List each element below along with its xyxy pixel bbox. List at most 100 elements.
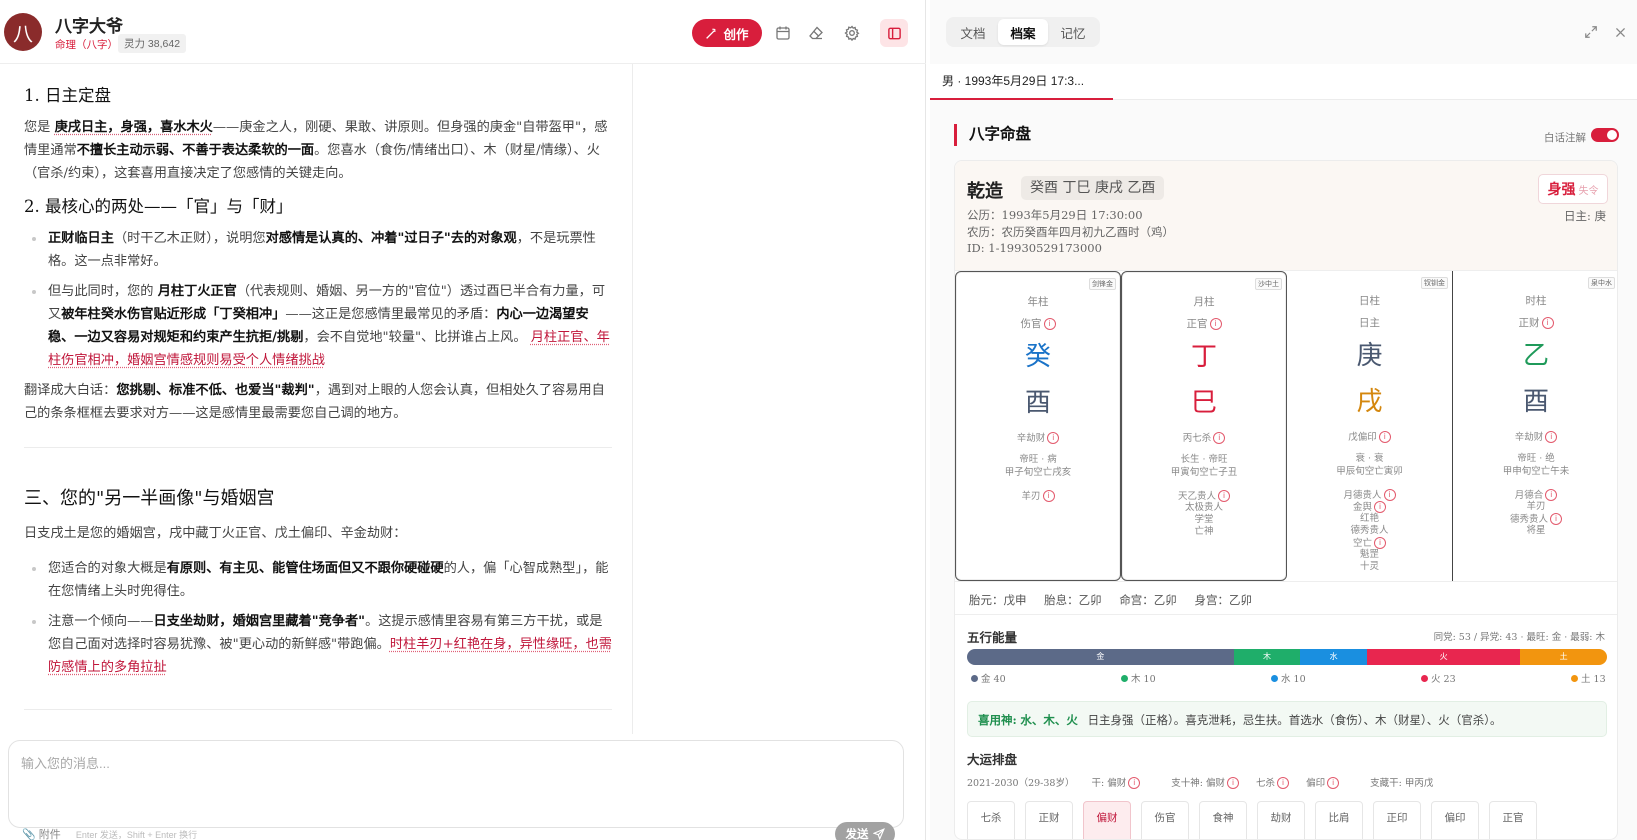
card-header: 乾造 癸酉 丁巳 庚戌 乙酉 公历：1993年5月29日 17:30:00 农历… — [955, 161, 1617, 271]
close-icon[interactable] — [1612, 24, 1628, 40]
life-stage: 衰 · 衰 — [1355, 453, 1384, 464]
star-text: 金舆 — [1352, 502, 1372, 513]
pillar-column[interactable]: 沙中土 月柱 正官 i 丁巳丙七杀 i 长生 · 帝旺 甲寅旬空亡子丑 天乙贵人 i 太极贵人 学堂亡… — [1121, 271, 1287, 581]
paperclip-icon: 📎 — [22, 829, 36, 840]
wuxing-stats: 同党: 53 / 异党: 43 · 最旺: 金 · 最弱: 木 — [1433, 632, 1605, 643]
strength-note: 失令 — [1578, 185, 1599, 197]
attach-button[interactable]: 📎 附件 Enter 发送，Shift + Enter 换行 — [22, 826, 197, 840]
yongshen-value: 水、木、火 — [1020, 713, 1078, 727]
info-icon[interactable]: i — [1218, 490, 1230, 502]
tai-row: 胎元：戊申 胎息：乙卯 命宫：乙卯 身宫：乙卯 — [955, 581, 1617, 615]
strength-badge: 身强 失令 — [1538, 174, 1608, 204]
list-item: 注意一个倾向——日支坐劫财，婚姻宫里藏着"竞争者"。这提示感情里容易有第三方干扰… — [24, 610, 612, 679]
dayun-card[interactable]: 伤官 — [1141, 801, 1189, 839]
tab-profile[interactable]: 档案 — [998, 19, 1048, 45]
pillars-chip: 癸酉 丁巳 庚戌 乙酉 — [1021, 176, 1165, 200]
star-text: 德秀贵人 — [1509, 514, 1548, 525]
paragraph-day-master: 您是 庚戌日主，身强，喜水木火——庚金之人，刚硬、果敢、讲原则。但身强的庚金"自… — [24, 120, 608, 181]
message-input[interactable]: 输入您的消息... — [21, 753, 110, 772]
shensha-star: 学堂 — [1122, 514, 1286, 526]
star-text: 月德合 — [1514, 490, 1544, 501]
dayun-period: 2021-2030（29-38岁） — [967, 778, 1075, 789]
info-icon[interactable]: i — [1042, 490, 1055, 502]
send-button[interactable]: 发送 — [835, 822, 895, 840]
star-text: 天乙贵人 — [1177, 491, 1216, 502]
info-icon[interactable]: i — [1043, 318, 1056, 330]
info-icon[interactable]: i — [1545, 489, 1558, 501]
star-text: 羊刃 — [1526, 501, 1546, 512]
message-input-box[interactable]: 输入您的消息... — [8, 740, 904, 828]
void-info: 甲辰旬空亡寅卯 — [1336, 466, 1403, 477]
dayun-card[interactable]: 偏财 — [1083, 801, 1131, 839]
info-icon[interactable]: i — [1545, 431, 1558, 443]
void-info: 甲子旬空亡戌亥 — [1004, 467, 1072, 478]
dayun-info: 2021-2030（29-38岁） 干: 偏财 i 支十神: 偏财 i 七杀 i 偏印… — [967, 775, 1447, 789]
earthly-branch: 巳 — [1190, 388, 1217, 418]
panel-toggle-button[interactable] — [880, 19, 908, 47]
star-text: 太极贵人 — [1184, 502, 1223, 513]
magic-wand-icon — [706, 28, 717, 39]
dayun-title: 大运排盘 — [967, 753, 1018, 767]
dayun-card[interactable]: 劫财 — [1257, 801, 1305, 839]
pillar-column[interactable]: 剑锋金 年柱 伤官 i 癸酉辛劫财 i 帝旺 · 病甲子旬空亡戌亥 羊刃 i — [955, 271, 1121, 581]
legend-dot — [1271, 675, 1278, 682]
pillar-column[interactable]: 钗钏金 日柱 日主庚戌戊偏印 i 衰 · 衰甲辰旬空亡寅卯 月德贵人 i 金舆 i 红艳 德秀贵人空… — [1287, 271, 1453, 581]
record-id: ID: 1-19930529173000 — [967, 241, 1102, 255]
expand-icon[interactable] — [1583, 24, 1599, 40]
legend-text: 金 40 — [981, 674, 1006, 685]
shensha-star: 德秀贵人 — [1287, 525, 1452, 537]
yongshen-desc: 日主身强（正格）。喜克泄耗，忌生扶。首选水（食伤）、木（财星）、火（官杀）。 — [1087, 713, 1502, 727]
paragraph-marriage-palace: 日支戌土是您的婚姻宫，戌中藏丁火正官、戊土偏印、辛金劫财： — [24, 526, 407, 541]
chat-messages: 1. 日主定盘 您是 庚戌日主，身强，喜水木火——庚金之人，刚硬、果敢、讲原则。… — [0, 64, 633, 734]
star-text: 魁罡 — [1359, 549, 1379, 560]
dayun-card[interactable]: 偏印 — [1431, 801, 1479, 839]
solar-date: 公历：1993年5月29日 17:30:00 — [967, 208, 1143, 222]
info-icon[interactable]: i — [1550, 513, 1562, 525]
pillar-column[interactable]: 泉中水 时柱 正财 i 乙酉辛劫财 i 帝旺 · 绝甲申旬空亡午未 月德合 i 羊刃 德秀贵人 i 将星 — [1453, 271, 1617, 581]
wuxing-legend-item: 土 13 — [1571, 671, 1606, 685]
tab-memory[interactable]: 记忆 — [1048, 19, 1098, 45]
record-tab[interactable]: 男 · 1993年5月29日 17:3... — [930, 64, 1113, 100]
wuxing-segment: 水 — [1300, 649, 1367, 665]
pillar-role: 正财 i — [1453, 315, 1617, 330]
profile-pane: 文档 档案 记忆 男 · 1993年5月29日 17:3... 八字命盘 白话注… — [930, 0, 1637, 840]
tab-documents[interactable]: 文档 — [948, 19, 998, 45]
paragraph-translation: 翻译成大白话：您挑剔、标准不低、也爱当"裁判"，遇到对上眼的人您会认真，但相处久… — [24, 383, 605, 421]
create-button[interactable]: 创作 — [692, 19, 762, 47]
hidden-stem: 丙七杀 i — [1122, 432, 1286, 445]
dayun-card[interactable]: 正官 — [1489, 801, 1537, 839]
info-icon[interactable]: i — [1209, 318, 1222, 330]
role-text: 正财 — [1518, 317, 1540, 329]
info-icon[interactable]: i — [1541, 317, 1554, 329]
wuxing-segment: 木 — [1233, 649, 1301, 665]
dayun-card[interactable]: 食神 — [1199, 801, 1247, 839]
earthly-branch: 酉 — [1522, 387, 1549, 417]
info-icon[interactable]: i — [1213, 432, 1226, 444]
hidden-text: 辛劫财 — [1016, 433, 1046, 444]
void-info: 甲申旬空亡午未 — [1502, 466, 1570, 477]
hidden-stem: 辛劫财 i — [1453, 431, 1617, 444]
heavenly-stem: 乙 — [1522, 341, 1549, 371]
info-icon[interactable]: i — [1047, 432, 1060, 444]
info-icon[interactable]: i — [1374, 501, 1386, 513]
power-badge: 灵力 38,642 — [118, 34, 187, 53]
info-icon[interactable]: i — [1378, 431, 1391, 443]
info-icon[interactable]: i — [1374, 537, 1386, 549]
dayun-card[interactable]: 正财 — [1025, 801, 1073, 839]
dayun-card[interactable]: 比肩 — [1315, 801, 1363, 839]
dayun-card[interactable]: 七杀 — [967, 801, 1015, 839]
legend-dot — [971, 675, 978, 682]
legend-text: 木 10 — [1131, 674, 1156, 685]
wuxing-legend-item: 木 10 — [1121, 671, 1156, 685]
calendar-icon[interactable] — [773, 23, 793, 43]
earthly-branch: 戌 — [1356, 387, 1383, 417]
gear-icon[interactable] — [842, 23, 862, 43]
dayun-cards: 七杀 正财 偏财 伤官 食神 劫财 比肩 正印 偏印 正官 — [967, 801, 1617, 839]
eraser-icon[interactable] — [806, 23, 826, 43]
star-text: 十灵 — [1359, 561, 1379, 572]
dayun-card[interactable]: 正印 — [1373, 801, 1421, 839]
pillar-role: 正官 i — [1122, 316, 1286, 331]
info-icon[interactable]: i — [1383, 489, 1396, 501]
avatar[interactable]: 八 — [4, 13, 42, 51]
plain-notes-toggle[interactable] — [1591, 128, 1619, 142]
